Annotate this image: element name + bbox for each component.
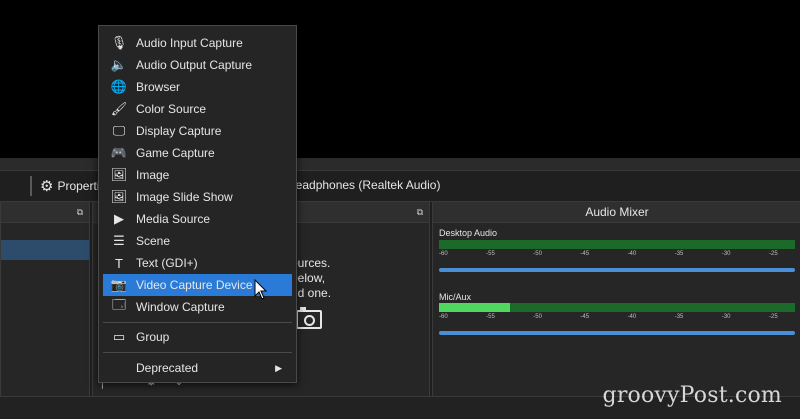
watermark: groovyPost.com xyxy=(602,383,782,408)
menu-item-scene[interactable]: ☰ Scene xyxy=(103,230,292,252)
menu-item-image-slide-show[interactable]: 🖼 Image Slide Show xyxy=(103,186,292,208)
meter-tick-label: -40 xyxy=(627,314,637,320)
folder-icon: ▭ xyxy=(112,329,126,344)
meter-tick-label: -55 xyxy=(486,251,495,257)
menu-item-label: Text (GDI+) xyxy=(136,256,198,270)
list-icon: ☰ xyxy=(113,233,125,248)
menu-item-image[interactable]: 🖼 Image xyxy=(103,164,292,186)
menu-item-label: Media Source xyxy=(136,212,211,226)
audio-mixer-title: Audio Mixer xyxy=(433,202,800,223)
play-icon: ▶ xyxy=(114,211,124,226)
speaker-icon: 🔈 xyxy=(110,57,128,72)
toolbar-grip[interactable] xyxy=(30,176,32,196)
menu-item-audio-input-capture[interactable]: 🎙 Audio Input Capture xyxy=(103,32,292,54)
brush-icon: 🖌 xyxy=(110,101,128,116)
float-dock-icon[interactable]: ⧉ xyxy=(417,207,423,218)
hint-line: below, xyxy=(291,271,326,285)
channel-name-desktop-audio: Desktop Audio xyxy=(439,228,498,238)
meter-tick-label: -55 xyxy=(486,314,495,320)
meter-level xyxy=(439,303,511,312)
meter-tick-label: -30 xyxy=(721,314,731,320)
sources-empty-hint: ources. below, dd one. xyxy=(291,256,331,301)
scene-list-item[interactable] xyxy=(1,240,89,260)
slideshow-icon: 🖼 xyxy=(110,189,128,204)
camera-icon xyxy=(296,307,322,329)
meter-tick-label: -25 xyxy=(769,314,778,320)
audio-mixer-dock: Audio Mixer Desktop Audio -60 -55 -50 -45 -4… xyxy=(432,202,800,396)
hint-line: dd one. xyxy=(291,286,332,300)
meter-tick-label: -35 xyxy=(674,314,684,320)
text-icon: T xyxy=(115,255,123,271)
scenes-dock: ⧉ xyxy=(0,202,90,396)
scenes-dock-title: ⧉ xyxy=(1,202,89,223)
menu-item-label: Window Capture xyxy=(136,300,225,314)
menu-item-label: Audio Output Capture xyxy=(136,58,253,72)
menu-item-label: Group xyxy=(136,330,170,344)
meter-tick-label: -30 xyxy=(721,251,731,257)
menu-item-display-capture[interactable]: 🖵 Display Capture xyxy=(103,120,292,142)
float-dock-icon[interactable]: ⧉ xyxy=(77,207,83,218)
gamepad-icon: 🎮 xyxy=(110,145,128,160)
menu-item-label: Image xyxy=(136,168,170,182)
meter-tick-label: -45 xyxy=(580,314,590,320)
menu-item-label: Color Source xyxy=(136,102,207,116)
menu-item-color-source[interactable]: 🖌 Color Source xyxy=(103,98,292,120)
meter-ticks: -60 -55 -50 -45 -40 -35 -30 -25 xyxy=(439,314,795,322)
camera-icon: 📷 xyxy=(110,277,128,292)
channel-name-mic-aux: Mic/Aux xyxy=(439,292,472,302)
window-icon: 🗔 xyxy=(111,297,127,312)
volume-meter-desktop-audio xyxy=(439,240,795,249)
meter-tick-label: -45 xyxy=(580,251,590,257)
gear-icon: ⚙ xyxy=(40,177,54,195)
meter-tick-label: -50 xyxy=(533,251,542,257)
menu-item-label: Scene xyxy=(136,234,171,248)
menu-item-audio-output-capture[interactable]: 🔈 Audio Output Capture xyxy=(103,54,292,76)
globe-icon: 🌐 xyxy=(110,79,128,94)
volume-meter-mic-aux xyxy=(439,303,795,312)
menu-item-label: Video Capture Device xyxy=(136,278,253,292)
meter-tick-label: -60 xyxy=(439,251,448,257)
hint-line: ources. xyxy=(291,256,331,270)
menu-item-browser[interactable]: 🌐 Browser xyxy=(103,76,292,98)
volume-slider-mic-aux[interactable] xyxy=(439,331,795,335)
menu-separator xyxy=(103,352,292,353)
meter-tick-label: -40 xyxy=(627,251,637,257)
menu-item-text-gdi[interactable]: T Text (GDI+) xyxy=(103,252,292,274)
menu-item-label: Display Capture xyxy=(136,124,222,138)
monitor-icon: 🖵 xyxy=(112,123,126,138)
meter-ticks: -60 -55 -50 -45 -40 -35 -30 -25 xyxy=(439,251,795,259)
microphone-icon: 🎙 xyxy=(110,35,128,50)
menu-item-game-capture[interactable]: 🎮 Game Capture xyxy=(103,142,292,164)
menu-item-label: Game Capture xyxy=(136,146,215,160)
menu-item-label: Audio Input Capture xyxy=(136,36,243,50)
meter-tick-label: -60 xyxy=(439,314,448,320)
menu-item-group[interactable]: ▭ Group xyxy=(103,326,292,348)
image-icon: 🖼 xyxy=(110,167,128,182)
menu-item-deprecated[interactable]: Deprecated ▶ xyxy=(103,357,292,379)
menu-item-label: Browser xyxy=(136,80,181,94)
menu-item-media-source[interactable]: ▶ Media Source xyxy=(103,208,292,230)
meter-tick-label: -35 xyxy=(674,251,684,257)
device-label: Headphones (Realtek Audio) xyxy=(287,178,441,192)
meter-tick-label: -25 xyxy=(769,251,778,257)
submenu-arrow-icon: ▶ xyxy=(275,362,282,373)
volume-slider-desktop-audio[interactable] xyxy=(439,268,795,272)
meter-tick-label: -50 xyxy=(533,314,542,320)
menu-separator xyxy=(103,322,292,323)
menu-item-label: Deprecated xyxy=(136,361,199,375)
add-source-menu: 🎙 Audio Input Capture 🔈 Audio Output Captur… xyxy=(98,25,297,383)
menu-item-label: Image Slide Show xyxy=(136,190,233,204)
